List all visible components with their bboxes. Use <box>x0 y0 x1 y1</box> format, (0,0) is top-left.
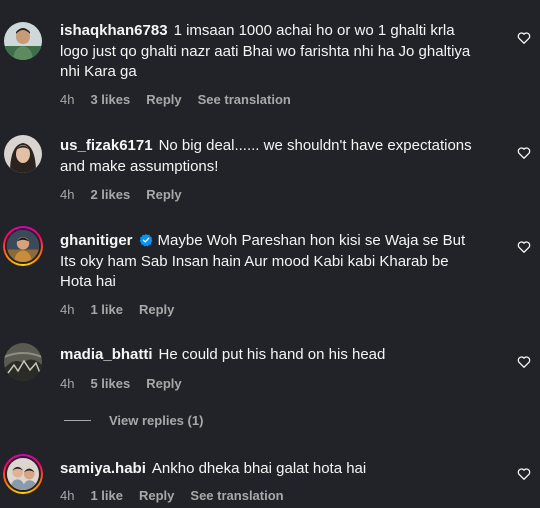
verified-badge-icon <box>139 233 152 247</box>
comment-likes[interactable]: 2 likes <box>90 187 130 202</box>
view-replies-button[interactable]: View replies (1) <box>64 413 203 428</box>
avatar[interactable] <box>4 22 42 60</box>
comment-username[interactable]: ishaqkhan6783 <box>60 22 168 39</box>
replies-divider <box>64 420 91 421</box>
comment-meta: 4h 1 like Reply See translation <box>60 488 300 503</box>
comment-username[interactable]: madia_bhatti <box>60 346 153 363</box>
reply-button[interactable]: Reply <box>139 302 174 317</box>
see-translation-button[interactable]: See translation <box>198 92 291 107</box>
avatar[interactable] <box>4 343 42 381</box>
comment-text-block: samiya.habi Ankho dheka bhai galat hota h… <box>60 459 480 480</box>
heart-outline-icon[interactable] <box>517 31 531 45</box>
comment-time[interactable]: 4h <box>60 376 74 391</box>
avatar[interactable] <box>3 454 43 494</box>
see-translation-button[interactable]: See translation <box>190 488 283 503</box>
comment-time[interactable]: 4h <box>60 302 74 317</box>
comment-text-block: ghanitiger Maybe Woh Pareshan hon kisi se… <box>60 231 480 293</box>
comment-meta: 4h 3 likes Reply See translation <box>60 92 307 107</box>
comment-body: He could put his hand on his head <box>158 346 386 363</box>
comment-text-block: ishaqkhan6783 1 imsaan 1000 achai ho or w… <box>60 21 480 83</box>
comment-likes[interactable]: 5 likes <box>90 376 130 391</box>
comment-username[interactable]: samiya.habi <box>60 460 146 477</box>
comment-time[interactable]: 4h <box>60 488 74 503</box>
comment-likes[interactable]: 1 like <box>90 302 123 317</box>
reply-button[interactable]: Reply <box>146 187 181 202</box>
comment-time[interactable]: 4h <box>60 187 74 202</box>
comment-time[interactable]: 4h <box>60 92 74 107</box>
comment-text-block: madia_bhatti He could put his hand on his… <box>60 345 480 366</box>
comment-text-block: us_fizak6171 No big deal...... we shouldn… <box>60 136 480 177</box>
comment-likes[interactable]: 1 like <box>90 488 123 503</box>
reply-button[interactable]: Reply <box>146 376 181 391</box>
heart-outline-icon[interactable] <box>517 355 531 369</box>
comment-likes[interactable]: 3 likes <box>90 92 130 107</box>
reply-button[interactable]: Reply <box>146 92 181 107</box>
comment-username[interactable]: us_fizak6171 <box>60 137 153 154</box>
comment-username[interactable]: ghanitiger <box>60 232 133 249</box>
comment-body: Ankho dheka bhai galat hota hai <box>151 460 367 477</box>
reply-button[interactable]: Reply <box>139 488 174 503</box>
comment-meta: 4h 5 likes Reply <box>60 376 198 391</box>
heart-outline-icon[interactable] <box>517 467 531 481</box>
comment-meta: 4h 2 likes Reply <box>60 187 198 202</box>
heart-outline-icon[interactable] <box>517 146 531 160</box>
avatar[interactable] <box>4 135 42 173</box>
view-replies-label[interactable]: View replies (1) <box>109 413 203 428</box>
heart-outline-icon[interactable] <box>517 240 531 254</box>
comment-meta: 4h 1 like Reply <box>60 302 190 317</box>
avatar[interactable] <box>3 226 43 266</box>
